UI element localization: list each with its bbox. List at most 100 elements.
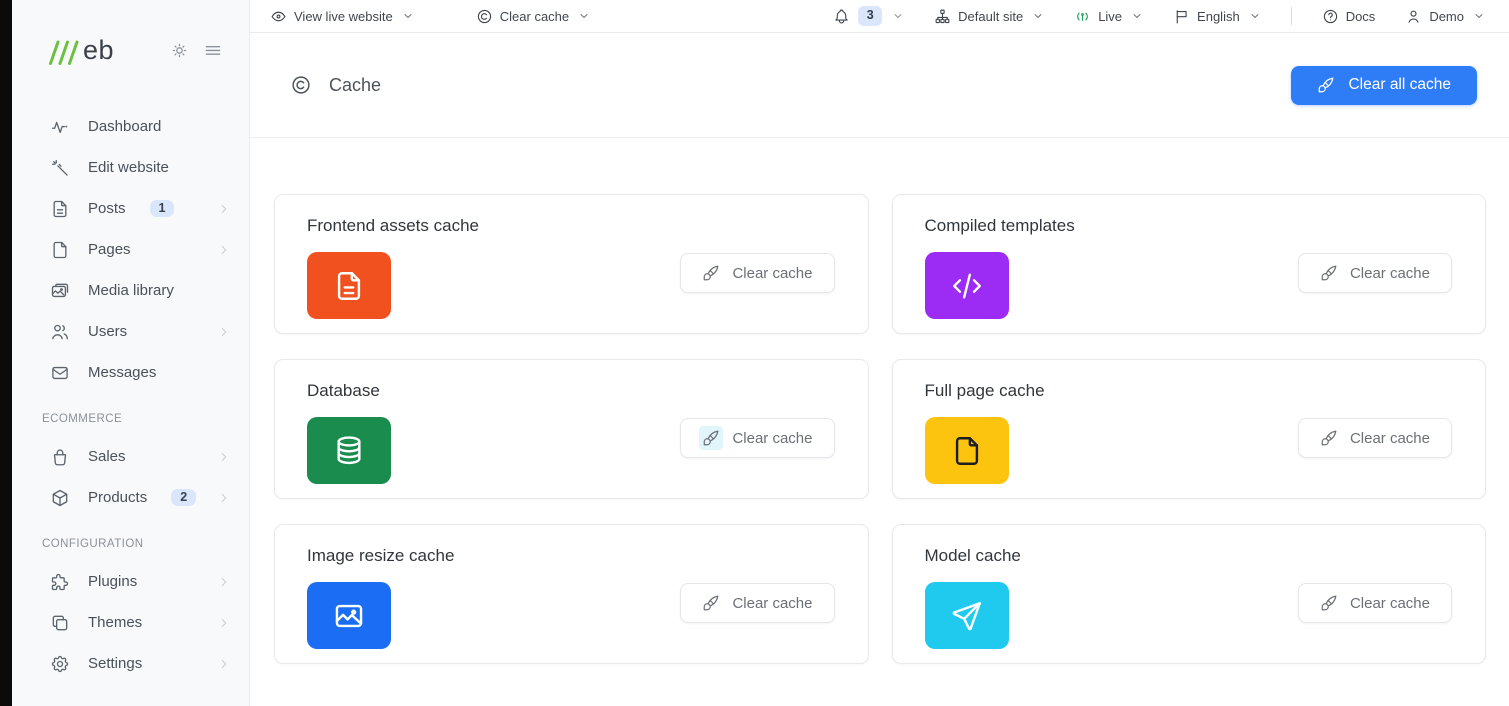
sidebar-item-messages[interactable]: Messages <box>12 352 249 393</box>
card-title: Full page cache <box>925 381 1453 401</box>
user-menu[interactable]: Demo <box>1405 8 1485 25</box>
wand-icon <box>50 158 70 178</box>
sidebar-item-label: Users <box>88 323 127 340</box>
copies-icon <box>50 613 70 633</box>
photos-icon <box>50 281 70 301</box>
clear-cache-button[interactable]: Clear cache <box>1298 583 1452 623</box>
sidebar-item-label: Edit website <box>88 159 169 176</box>
card-title: Database <box>307 381 835 401</box>
sidebar-item-edit-website[interactable]: Edit website <box>12 147 249 188</box>
sidebar-item-label: Plugins <box>88 573 137 590</box>
app-logo[interactable]: eb <box>48 35 114 66</box>
default-site-menu[interactable]: Default site <box>934 8 1044 25</box>
card-database: Database Clear cache <box>274 359 869 499</box>
mail-icon <box>50 363 70 383</box>
eye-icon <box>270 8 287 25</box>
chevron-right-icon <box>217 657 231 671</box>
clear-cache-label: Clear cache <box>732 595 812 612</box>
user-icon <box>1405 8 1422 25</box>
file-icon <box>50 240 70 260</box>
photo-glyph <box>332 599 366 633</box>
card-model-cache: Model cache Clear cache <box>892 524 1487 664</box>
left-edge-strip <box>0 0 12 706</box>
sidebar-item-sales[interactable]: Sales <box>12 436 249 477</box>
clear-cache-menu[interactable]: Clear cache <box>476 8 590 25</box>
file-text-icon <box>50 199 70 219</box>
products-count-badge: 2 <box>171 489 196 507</box>
sidebar-item-products[interactable]: Products 2 <box>12 477 249 518</box>
cache-card-grid: Frontend assets cache Clear cache Compil… <box>274 194 1486 664</box>
sidebar-item-label: Products <box>88 489 147 506</box>
language-label: English <box>1197 9 1240 24</box>
clear-cache-button[interactable]: Clear cache <box>1298 253 1452 293</box>
clear-all-cache-button[interactable]: Clear all cache <box>1291 66 1477 105</box>
broom-icon <box>1320 264 1338 282</box>
clear-cache-label: Clear cache <box>1350 595 1430 612</box>
chevron-down-icon <box>402 10 414 22</box>
sidebar-item-settings[interactable]: Settings <box>12 643 249 684</box>
logo-row: eb <box>12 0 249 100</box>
view-live-website-menu[interactable]: View live website <box>270 8 414 25</box>
sitemap-icon <box>934 8 951 25</box>
card-title: Compiled templates <box>925 216 1453 236</box>
app-window: eb Dashboard Edit website Posts 1 <box>0 0 1509 706</box>
sidebar-item-themes[interactable]: Themes <box>12 602 249 643</box>
clear-cache-button[interactable]: Clear cache <box>680 253 834 293</box>
live-status-menu[interactable]: Live <box>1074 8 1143 25</box>
sidebar-item-posts[interactable]: Posts 1 <box>12 188 249 229</box>
card-compiled-templates: Compiled templates Clear cache <box>892 194 1487 334</box>
sidebar-item-media-library[interactable]: Media library <box>12 270 249 311</box>
gear-icon <box>50 654 70 674</box>
chevron-right-icon <box>217 243 231 257</box>
clear-cache-button[interactable]: Clear cache <box>680 418 834 458</box>
broom-icon <box>702 594 720 612</box>
user-label: Demo <box>1429 9 1464 24</box>
database-icon <box>307 417 391 484</box>
clear-cache-label: Clear cache <box>500 9 569 24</box>
card-full-page-cache: Full page cache Clear cache <box>892 359 1487 499</box>
broom-icon <box>702 429 720 447</box>
section-label-ecommerce: ECOMMERCE <box>12 393 249 436</box>
activity-icon <box>50 117 70 137</box>
live-status-label: Live <box>1098 9 1122 24</box>
sidebar-item-users[interactable]: Users <box>12 311 249 352</box>
chevron-right-icon <box>217 491 231 505</box>
sidebar-item-label: Settings <box>88 655 142 672</box>
sidebar-item-plugins[interactable]: Plugins <box>12 561 249 602</box>
sidebar-item-pages[interactable]: Pages <box>12 229 249 270</box>
photo-icon <box>307 582 391 649</box>
help-circle-icon <box>1322 8 1339 25</box>
sidebar-nav: Dashboard Edit website Posts 1 Pages Med… <box>12 100 249 684</box>
sidebar: eb Dashboard Edit website Posts 1 <box>12 0 250 706</box>
circle-c-icon <box>476 8 493 25</box>
view-live-website-label: View live website <box>294 9 393 24</box>
send-icon <box>925 582 1009 649</box>
clear-cache-button[interactable]: Clear cache <box>1298 418 1452 458</box>
chevron-right-icon <box>217 202 231 216</box>
card-title: Image resize cache <box>307 546 835 566</box>
broom-icon <box>702 264 720 282</box>
clear-cache-button[interactable]: Clear cache <box>680 583 834 623</box>
chevron-right-icon <box>217 616 231 630</box>
sidebar-item-dashboard[interactable]: Dashboard <box>12 106 249 147</box>
content-area: Frontend assets cache Clear cache Compil… <box>250 138 1509 706</box>
notifications-count-badge: 3 <box>858 6 882 26</box>
database-glyph <box>332 434 366 468</box>
box-icon <box>50 488 70 508</box>
code-icon <box>925 252 1009 319</box>
file-text-glyph <box>332 269 366 303</box>
chevron-down-icon <box>892 10 904 22</box>
file-icon <box>925 417 1009 484</box>
card-title: Frontend assets cache <box>307 216 835 236</box>
topbar: View live website Clear cache 3 Default … <box>250 0 1509 33</box>
page-title: Cache <box>329 75 381 96</box>
card-title: Model cache <box>925 546 1453 566</box>
language-menu[interactable]: English <box>1173 8 1261 25</box>
clear-cache-label: Clear cache <box>732 265 812 282</box>
docs-link[interactable]: Docs <box>1322 8 1376 25</box>
puzzle-icon <box>50 572 70 592</box>
notifications-menu[interactable]: 3 <box>833 6 904 26</box>
sun-icon[interactable] <box>170 41 189 60</box>
sidebar-item-label: Media library <box>88 282 174 299</box>
menu-icon[interactable] <box>203 40 223 60</box>
